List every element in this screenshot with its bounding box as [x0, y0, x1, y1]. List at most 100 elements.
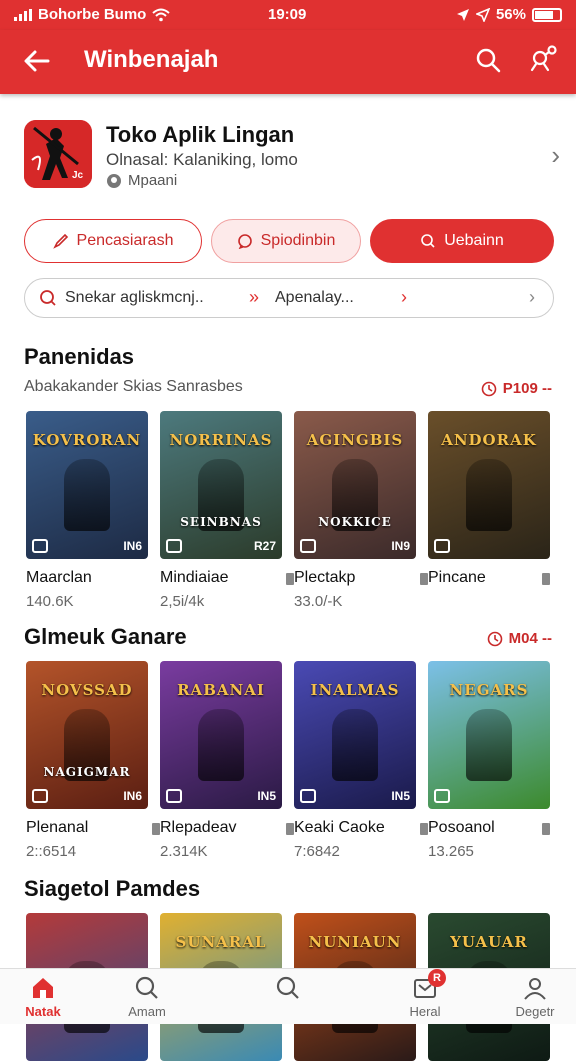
game-meta: 2::6514 [26, 843, 77, 860]
clock-icon [487, 631, 502, 646]
platform-badge-icon [434, 539, 450, 553]
game-subtitle-art: NAGIGMAR [43, 765, 131, 779]
game-artwork: ANDORAK [428, 411, 550, 559]
chip-label: Pencasiarash [76, 232, 174, 249]
game-title-art: AGINGBIS [306, 431, 404, 449]
carrier-label: Bohorbe Bumo [38, 6, 147, 23]
store-header[interactable]: Jc Toko Aplik Lingan Olnasal: Kalaniking… [24, 120, 564, 192]
game-hero-figure [198, 709, 244, 781]
tab-label: Natak [25, 1004, 61, 1019]
share-icon[interactable] [528, 44, 558, 74]
chip-uebainn[interactable]: Uebainn [370, 219, 554, 263]
more-options-icon[interactable] [420, 573, 428, 585]
platform-badge-icon [166, 789, 182, 803]
page-title: Winbenajah [84, 46, 219, 73]
game-card[interactable]: KOVRORAN IN6 Maarclan 140.6K [26, 411, 148, 610]
tab-amam[interactable]: Amam [102, 975, 192, 1019]
status-bar: Bohorbe Bumo 19:09 56% [0, 0, 576, 30]
game-card[interactable]: NOVSSADNAGIGMARIN6Plenanal2::6514 [26, 661, 160, 860]
platform-badge-icon [300, 789, 316, 803]
game-meta: 2.314K [160, 843, 208, 860]
signal-icon [14, 8, 32, 21]
store-subtitle: Olnasal: Kalaniking, lomo [106, 150, 298, 169]
tab-search[interactable] [243, 975, 333, 1004]
tab-heral[interactable]: R Heral [380, 969, 470, 1019]
search-icon [421, 234, 435, 248]
store-location: Mpaani [106, 172, 177, 189]
inbox-icon: R [412, 969, 446, 1001]
chip-spiodinbin[interactable]: Spiodinbin [211, 219, 361, 263]
game-card[interactable]: INALMAS IN5 Keaki Caoke 7:6842 [294, 661, 428, 860]
location-arrow-icon [475, 7, 490, 22]
edit-icon [52, 233, 68, 249]
platform-badge-icon [32, 789, 48, 803]
game-title-art: NOVSSAD [41, 681, 133, 699]
game-artwork: NEGARS [428, 661, 550, 809]
section-title: Siagetol Pamdes [24, 876, 201, 901]
game-meta: 33.0/-K [294, 593, 343, 610]
game-title-art: YUAUAR [450, 933, 528, 951]
game-card[interactable]: AGINGBIS NOKKICE IN9 Plectakp 33.0/-K [294, 411, 428, 610]
section-more-label: M04 -- [508, 630, 552, 647]
rating-badge: IN5 [391, 789, 410, 803]
section-more-label: P109 -- [502, 380, 552, 397]
chip-pencasiarash[interactable]: Pencasiarash [24, 219, 202, 263]
game-title-art: NUNIAUN [308, 933, 402, 951]
rating-badge: R27 [253, 539, 276, 553]
status-time: 19:09 [268, 6, 307, 23]
chevron-right-icon: › [401, 287, 407, 307]
store-location-label: Mpaani [128, 172, 178, 189]
game-name: Plectakp [294, 569, 356, 586]
section-more-link[interactable]: M04 -- [487, 630, 552, 647]
platform-badge-icon [300, 539, 316, 553]
game-card[interactable]: NORRINAS SEINBNAS R27 Mindiaiae 2,5i/4k [160, 411, 294, 610]
carrier-group: Bohorbe Bumo [14, 6, 170, 23]
tab-label: Heral [409, 1004, 441, 1019]
search-input[interactable]: Snekar agliskmcnj.. » Apenalay... › › [24, 278, 554, 318]
more-options-icon[interactable] [152, 823, 160, 835]
section-more-link[interactable]: P109 -- [481, 380, 552, 397]
more-options-icon[interactable] [286, 573, 294, 585]
chevron-right-icon: › [529, 287, 535, 307]
more-options-icon[interactable] [542, 823, 550, 835]
game-hero-figure [466, 459, 512, 531]
more-options-icon[interactable] [420, 823, 428, 835]
search-icon[interactable] [474, 46, 502, 74]
game-card[interactable]: ANDORAK Pincane [428, 411, 550, 586]
chat-icon [237, 234, 252, 249]
store-logo: Jc [24, 120, 92, 188]
section-title: Panenidas [24, 344, 135, 369]
search-icon [40, 290, 56, 306]
game-card[interactable]: RABANAI IN5 Rlepadeav 2.314K [160, 661, 294, 860]
search-icon [135, 976, 158, 999]
game-hero-figure [64, 459, 110, 531]
platform-badge-icon [166, 539, 182, 553]
profile-icon [524, 978, 546, 1000]
game-name: Maarclan [26, 569, 92, 586]
game-name: Rlepadeav [160, 819, 237, 836]
game-subtitle-art: SEINBNAS [180, 515, 262, 529]
game-title-art: ANDORAK [441, 431, 537, 449]
game-hero-figure [332, 709, 378, 781]
rating-badge: IN5 [257, 789, 276, 803]
ninja-logo-icon: Jc [24, 120, 92, 188]
game-card[interactable]: NEGARS Posoanol 13.265 [428, 661, 550, 860]
platform-badge-icon [434, 789, 450, 803]
game-name: Plenanal [26, 819, 89, 836]
tab-natak[interactable]: Natak [0, 975, 88, 1019]
game-name: Mindiaiae [160, 569, 229, 586]
platform-badge-icon [32, 539, 48, 553]
game-title-art: NORRINAS [169, 431, 273, 449]
tab-label: Degetr [515, 1004, 555, 1019]
tab-degetr[interactable]: Degetr [490, 975, 576, 1019]
notification-badge: R [428, 969, 446, 987]
game-artwork: AGINGBIS NOKKICE IN9 [294, 411, 416, 559]
rating-badge: IN6 [123, 789, 142, 803]
clock-icon [481, 381, 497, 396]
back-arrow-icon[interactable] [22, 46, 52, 76]
game-subtitle-art: NOKKICE [318, 515, 392, 529]
more-options-icon[interactable] [542, 573, 550, 585]
more-options-icon[interactable] [286, 823, 294, 835]
game-meta: 140.6K [26, 593, 74, 610]
game-title-art: SUNARAL [175, 933, 267, 951]
